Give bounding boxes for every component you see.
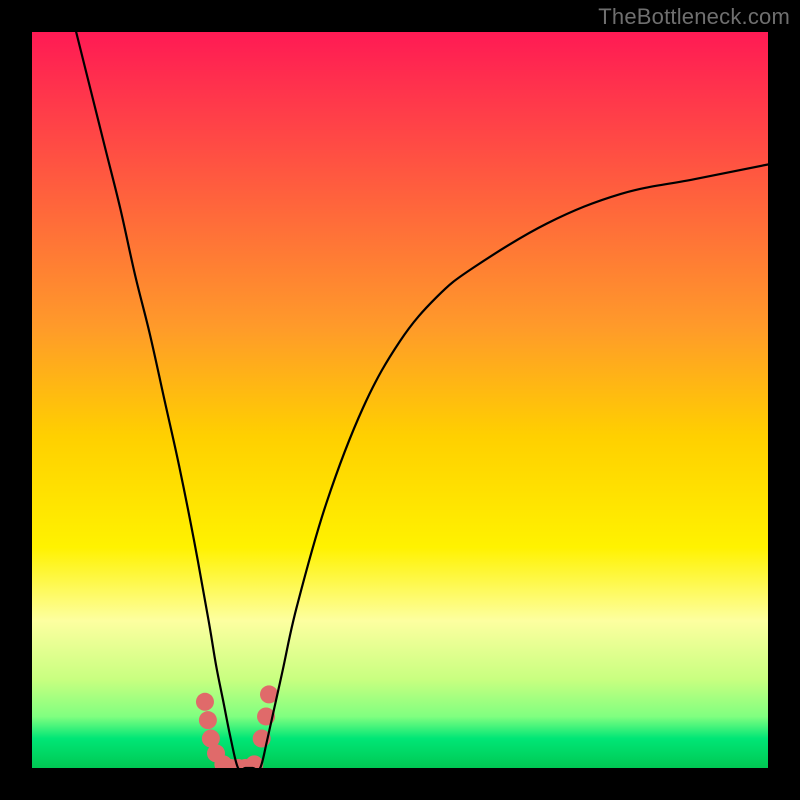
marker-point	[196, 693, 214, 711]
watermark-text: TheBottleneck.com	[598, 4, 790, 30]
marker-layer	[196, 685, 278, 768]
marker-point	[199, 711, 217, 729]
bottleneck-curve	[76, 32, 768, 768]
chart-background	[32, 32, 768, 768]
chart-svg	[32, 32, 768, 768]
